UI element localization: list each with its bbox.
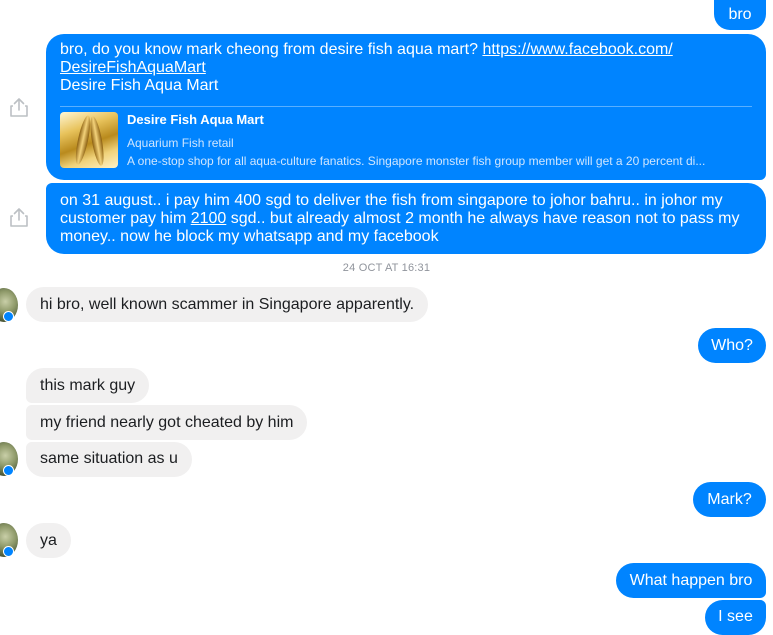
preview-divider [60, 106, 752, 107]
incoming-message[interactable]: this mark guy [26, 368, 150, 403]
message-text: I see [718, 608, 753, 625]
outgoing-message-who[interactable]: Who? [698, 328, 766, 363]
incoming-message[interactable]: ya [26, 523, 71, 558]
message-text: Mark? [707, 491, 752, 508]
facebook-link[interactable]: https://www.facebook.com/ [482, 41, 672, 58]
message-text: Who? [711, 337, 753, 354]
outgoing-message-long[interactable]: on 31 august.. i pay him 400 sgd to deli… [46, 183, 766, 254]
incoming-message[interactable]: hi bro, well known scammer in Singapore … [26, 287, 429, 322]
messenger-badge-icon [3, 311, 14, 322]
preview-description: A one-stop shop for all aqua-culture fan… [127, 154, 706, 168]
message-text: my friend nearly got cheated by him [40, 414, 294, 431]
message-text-line: Desire Fish Aqua Mart [60, 77, 219, 94]
outgoing-message-bro[interactable]: bro [714, 0, 766, 30]
incoming-message[interactable]: same situation as u [26, 442, 192, 477]
message-text: ya [40, 532, 57, 549]
share-icon[interactable] [8, 96, 30, 118]
outgoing-message-i-see[interactable]: I see [705, 600, 766, 635]
preview-title: Desire Fish Aqua Mart [127, 112, 264, 127]
contact-avatar[interactable] [0, 442, 18, 476]
outgoing-message-what-happen[interactable]: What happen bro [616, 563, 766, 598]
message-text: bro, do you know mark cheong from desire… [60, 41, 673, 58]
message-text: same situation as u [40, 450, 178, 467]
message-text: What happen bro [629, 572, 753, 589]
messenger-badge-icon [3, 546, 14, 557]
message-text: bro [728, 6, 752, 23]
preview-subtitle: Aquarium Fish retail [127, 136, 234, 150]
outgoing-link-message[interactable]: bro, do you know mark cheong from desire… [46, 34, 766, 180]
timestamp: 24 OCT AT 16:31 [342, 262, 431, 274]
facebook-link-continued[interactable]: DesireFishAquaMart [60, 59, 752, 77]
message-text: hi bro, well known scammer in Singapore … [40, 296, 415, 313]
contact-avatar[interactable] [0, 288, 18, 322]
link-preview[interactable]: Desire Fish Aqua Mart Aquarium Fish reta… [127, 111, 747, 170]
phone-number-link[interactable]: 2100 [191, 210, 227, 227]
contact-avatar[interactable] [0, 523, 18, 557]
outgoing-message-mark[interactable]: Mark? [693, 482, 766, 517]
incoming-message[interactable]: my friend nearly got cheated by him [26, 405, 308, 440]
preview-thumbnail[interactable] [60, 112, 118, 168]
message-text: this mark guy [40, 377, 136, 394]
share-icon[interactable] [8, 206, 30, 228]
messenger-badge-icon [3, 465, 14, 476]
